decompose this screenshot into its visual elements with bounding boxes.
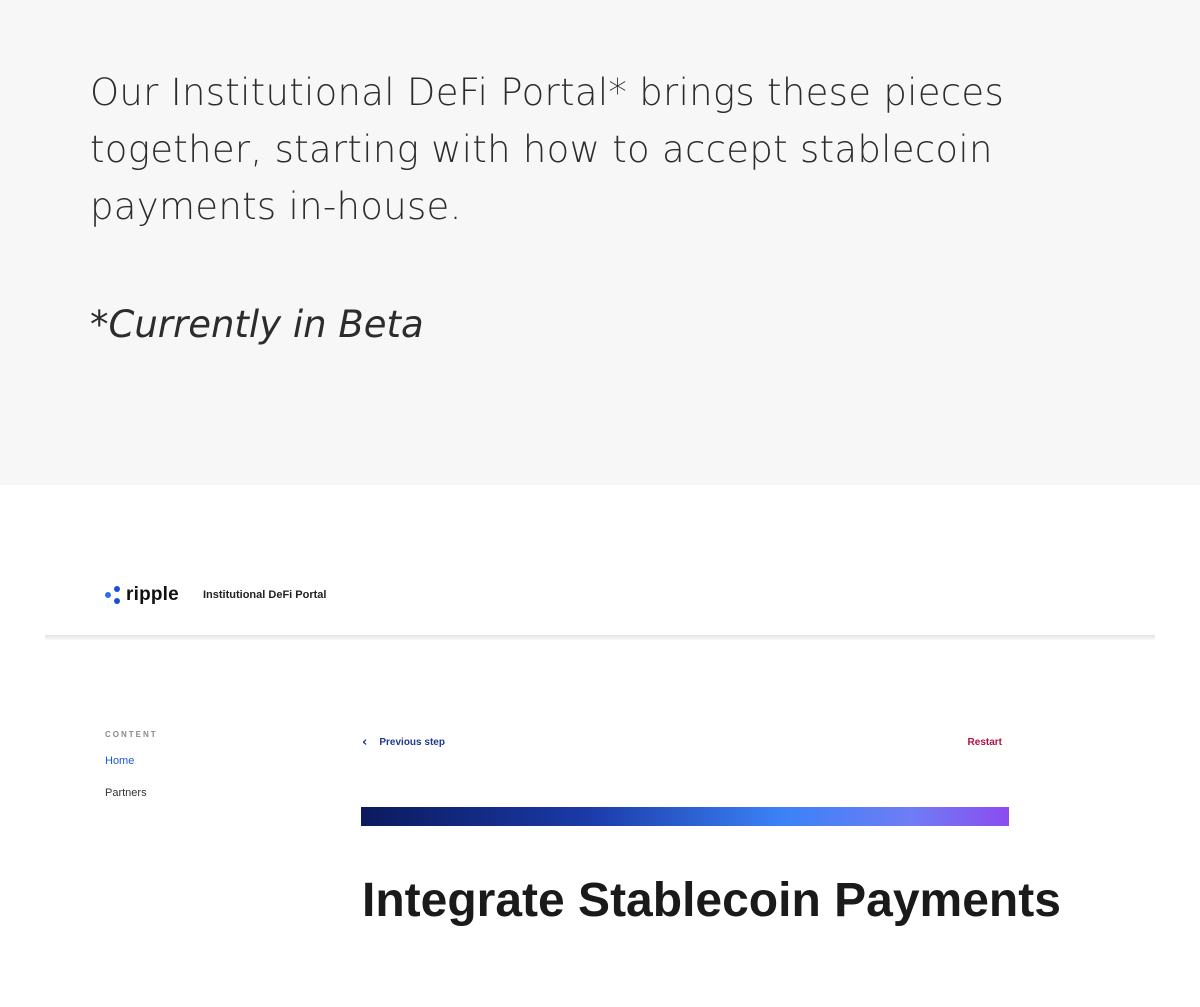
ripple-logo-icon	[105, 585, 123, 605]
chevron-left-icon: ‹	[362, 735, 368, 750]
intro-paragraph: Our Institutional DeFi Portal* brings th…	[90, 71, 1005, 228]
portal-header: ripple Institutional DeFi Portal	[45, 575, 1155, 637]
header-divider	[45, 635, 1155, 641]
beta-note: *Currently in Beta	[90, 303, 424, 346]
restart-link[interactable]: Restart	[968, 737, 1002, 748]
sidebar-heading: CONTENT	[105, 730, 158, 739]
portal-name: Institutional DeFi Portal	[203, 589, 327, 601]
gradient-progress-bar	[361, 807, 1009, 826]
sidebar-item-home[interactable]: Home	[105, 755, 255, 767]
logo-text: ripple	[126, 584, 179, 605]
previous-step-link[interactable]: ‹ Previous step	[362, 735, 445, 750]
content-sidebar: CONTENT Home Partners	[105, 730, 255, 799]
sidebar-item-partners[interactable]: Partners	[105, 787, 255, 799]
portal-screenshot: ripple Institutional DeFi Portal CONTENT…	[0, 485, 1200, 1007]
page-title: Integrate Stablecoin Payments	[362, 874, 1061, 927]
intro-section: Our Institutional DeFi Portal* brings th…	[0, 0, 1200, 485]
ripple-logo[interactable]: ripple	[105, 584, 179, 606]
step-navigation: ‹ Previous step Restart	[362, 735, 1002, 755]
previous-step-label: Previous step	[379, 737, 445, 748]
